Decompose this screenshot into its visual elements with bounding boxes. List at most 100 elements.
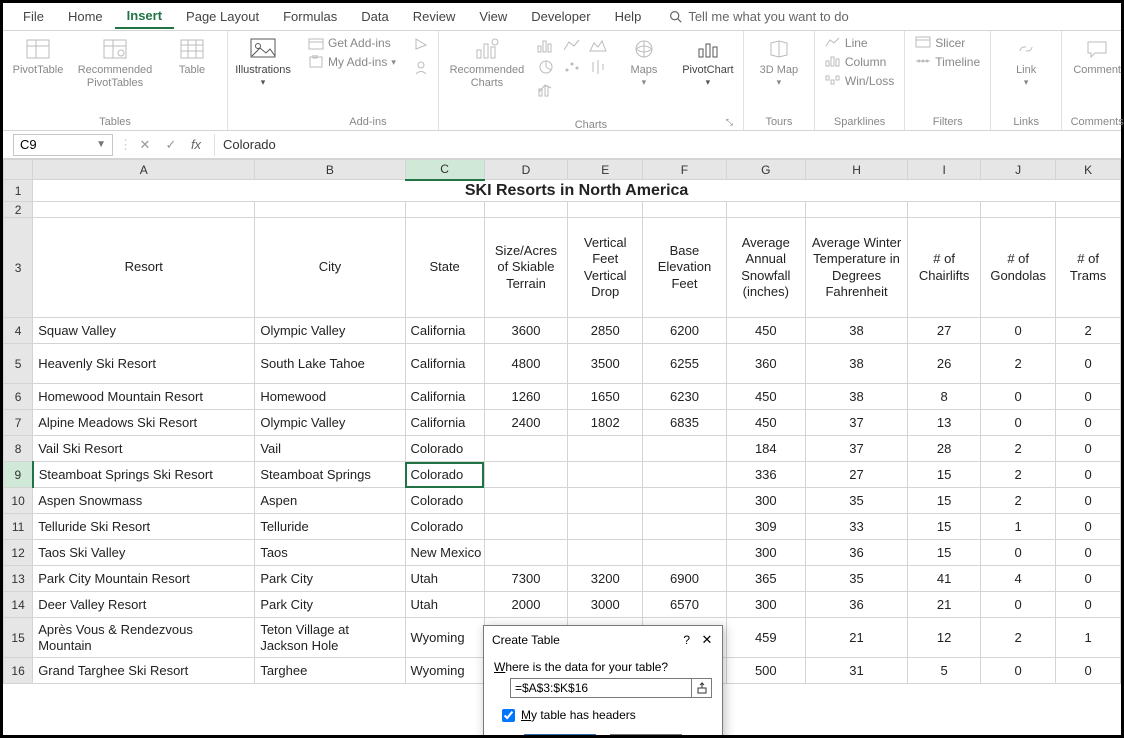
cell[interactable]: 0: [1056, 344, 1121, 384]
cell[interactable]: 0: [1056, 410, 1121, 436]
cell[interactable]: [568, 514, 643, 540]
cell[interactable]: Heavenly Ski Resort: [33, 344, 255, 384]
cell[interactable]: 0: [1056, 436, 1121, 462]
tab-page-layout[interactable]: Page Layout: [174, 5, 271, 28]
table-header[interactable]: # of Trams: [1056, 218, 1121, 318]
get-addins-button[interactable]: Get Add-ins: [304, 35, 400, 51]
cell[interactable]: Deer Valley Resort: [33, 592, 255, 618]
cell[interactable]: [643, 462, 726, 488]
bing-maps-icon[interactable]: [410, 35, 432, 55]
cell[interactable]: [484, 514, 567, 540]
table-header[interactable]: Average Annual Snowfall (inches): [726, 218, 805, 318]
cell[interactable]: 7300: [484, 566, 567, 592]
cell[interactable]: 3600: [484, 318, 567, 344]
col-header-K[interactable]: K: [1056, 160, 1121, 180]
table-header[interactable]: # of Gondolas: [981, 218, 1056, 318]
recommended-charts-button[interactable]: Recommended Charts: [445, 35, 529, 92]
pie-chart-icon[interactable]: [535, 57, 557, 77]
cell[interactable]: Taos: [255, 540, 405, 566]
cell[interactable]: 35: [805, 488, 907, 514]
row-header-5[interactable]: 5: [4, 344, 33, 384]
cell[interactable]: California: [405, 344, 484, 384]
row-header-13[interactable]: 13: [4, 566, 33, 592]
sparkline-line-button[interactable]: Line: [821, 35, 898, 51]
row-header-2[interactable]: 2: [4, 202, 33, 218]
cell[interactable]: [484, 462, 567, 488]
cell[interactable]: 0: [981, 540, 1056, 566]
close-button[interactable]: ✕: [700, 632, 714, 648]
cell[interactable]: 38: [805, 344, 907, 384]
col-header-I[interactable]: I: [908, 160, 981, 180]
tab-formulas[interactable]: Formulas: [271, 5, 349, 28]
cell[interactable]: 15: [908, 488, 981, 514]
cell[interactable]: 36: [805, 592, 907, 618]
cell[interactable]: 2850: [568, 318, 643, 344]
tab-file[interactable]: File: [11, 5, 56, 28]
table-header[interactable]: Size/Acres of Skiable Terrain: [484, 218, 567, 318]
table-header[interactable]: Vertical Feet Vertical Drop: [568, 218, 643, 318]
cell[interactable]: 26: [908, 344, 981, 384]
tab-view[interactable]: View: [467, 5, 519, 28]
cell[interactable]: 450: [726, 384, 805, 410]
cell[interactable]: 0: [1056, 384, 1121, 410]
cell[interactable]: 0: [1056, 540, 1121, 566]
cell[interactable]: 2: [981, 618, 1056, 658]
cell[interactable]: 15: [908, 462, 981, 488]
cell[interactable]: Grand Targhee Ski Resort: [33, 658, 255, 684]
cell[interactable]: 15: [908, 540, 981, 566]
cell[interactable]: Colorado: [405, 488, 484, 514]
cancel-formula-button[interactable]: ✕: [132, 137, 158, 153]
cell[interactable]: 21: [805, 618, 907, 658]
row-header-6[interactable]: 6: [4, 384, 33, 410]
cell[interactable]: 6570: [643, 592, 726, 618]
col-header-B[interactable]: B: [255, 160, 405, 180]
cell[interactable]: Colorado: [405, 436, 484, 462]
cancel-button[interactable]: Cancel: [610, 734, 682, 735]
comment-button[interactable]: Comment: [1068, 35, 1124, 79]
cell[interactable]: 13: [908, 410, 981, 436]
cell[interactable]: Telluride Ski Resort: [33, 514, 255, 540]
cell[interactable]: [484, 540, 567, 566]
cell[interactable]: Olympic Valley: [255, 318, 405, 344]
row-header-3[interactable]: 3: [4, 218, 33, 318]
cell[interactable]: 38: [805, 384, 907, 410]
cell[interactable]: 3500: [568, 344, 643, 384]
row-header-12[interactable]: 12: [4, 540, 33, 566]
tab-home[interactable]: Home: [56, 5, 115, 28]
cell[interactable]: 6900: [643, 566, 726, 592]
stock-chart-icon[interactable]: [587, 57, 609, 77]
cell[interactable]: 500: [726, 658, 805, 684]
3d-map-button[interactable]: 3D Map ▾: [750, 35, 808, 90]
row-header-8[interactable]: 8: [4, 436, 33, 462]
cell[interactable]: 300: [726, 592, 805, 618]
cell[interactable]: Homewood Mountain Resort: [33, 384, 255, 410]
cell[interactable]: 2: [981, 344, 1056, 384]
bar-chart-icon[interactable]: [535, 35, 557, 55]
cell[interactable]: California: [405, 384, 484, 410]
row-header-10[interactable]: 10: [4, 488, 33, 514]
cell[interactable]: 1802: [568, 410, 643, 436]
cell[interactable]: 0: [981, 658, 1056, 684]
row-header-1[interactable]: 1: [4, 180, 33, 202]
cell[interactable]: 2400: [484, 410, 567, 436]
spreadsheet-grid[interactable]: ABCDEFGHIJK1SKI Resorts in North America…: [3, 159, 1121, 735]
tell-me-search[interactable]: Tell me what you want to do: [669, 9, 848, 24]
cell[interactable]: 300: [726, 488, 805, 514]
range-selector-button[interactable]: [692, 678, 712, 698]
cell[interactable]: 21: [908, 592, 981, 618]
table-header[interactable]: Average Winter Temperature in Degrees Fa…: [805, 218, 907, 318]
cell[interactable]: Telluride: [255, 514, 405, 540]
cell[interactable]: 15: [908, 514, 981, 540]
maps-button[interactable]: Maps ▾: [615, 35, 673, 90]
ok-button[interactable]: OK: [524, 734, 596, 735]
tab-data[interactable]: Data: [349, 5, 400, 28]
timeline-button[interactable]: Timeline: [911, 54, 984, 70]
sparkline-winloss-button[interactable]: Win/Loss: [821, 73, 898, 89]
cell[interactable]: 36: [805, 540, 907, 566]
cell[interactable]: South Lake Tahoe: [255, 344, 405, 384]
cell[interactable]: 0: [981, 384, 1056, 410]
cell[interactable]: Steamboat Springs Ski Resort: [33, 462, 255, 488]
pivotchart-button[interactable]: PivotChart ▾: [679, 35, 737, 90]
scatter-chart-icon[interactable]: [561, 57, 583, 77]
cell[interactable]: 360: [726, 344, 805, 384]
